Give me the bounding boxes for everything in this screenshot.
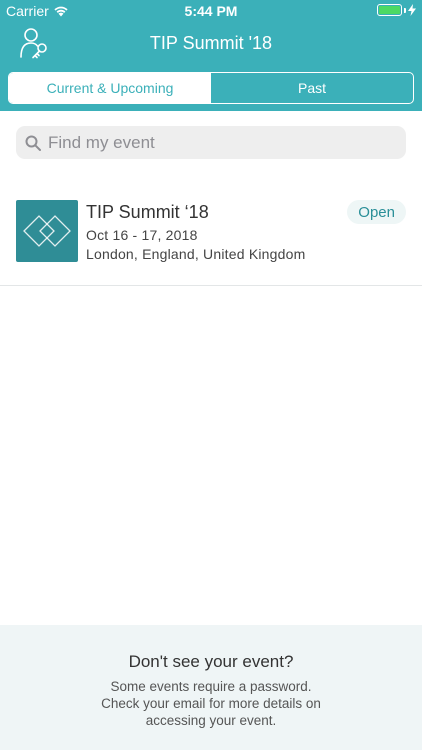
search-icon	[25, 135, 41, 151]
footer-text: Some events require a password. Check yo…	[101, 679, 321, 728]
charging-bolt-icon	[408, 4, 416, 16]
status-bar: Carrier 5:44 PM	[0, 0, 422, 22]
status-time: 5:44 PM	[184, 3, 238, 19]
battery-icon	[377, 4, 402, 16]
event-location: London, England, United Kingdom	[86, 246, 306, 262]
search-placeholder: Find my event	[48, 132, 155, 152]
footer-heading: Don't see your event?	[128, 652, 294, 671]
event-list-item[interactable]: TIP Summit ‘18 Oct 16 - 17, 2018 London,…	[0, 178, 422, 286]
event-logo-icon	[16, 200, 78, 262]
status-badge: Open	[347, 200, 406, 224]
app-header: Carrier 5:44 PM TIP Summit '18 Current &…	[0, 0, 422, 111]
event-title: TIP Summit ‘18	[86, 202, 209, 222]
battery-indicator	[377, 4, 416, 16]
help-footer: Don't see your event? Some events requir…	[0, 625, 422, 750]
event-date: Oct 16 - 17, 2018	[86, 227, 198, 243]
search-input[interactable]: Find my event	[16, 126, 406, 159]
nav-title: TIP Summit '18	[149, 33, 273, 53]
battery-tip	[404, 7, 406, 13]
tab-past[interactable]: Past	[211, 73, 413, 103]
battery-fill	[379, 6, 400, 14]
tab-current-upcoming[interactable]: Current & Upcoming	[9, 73, 211, 103]
event-tabs: Current & Upcoming Past	[8, 72, 414, 104]
